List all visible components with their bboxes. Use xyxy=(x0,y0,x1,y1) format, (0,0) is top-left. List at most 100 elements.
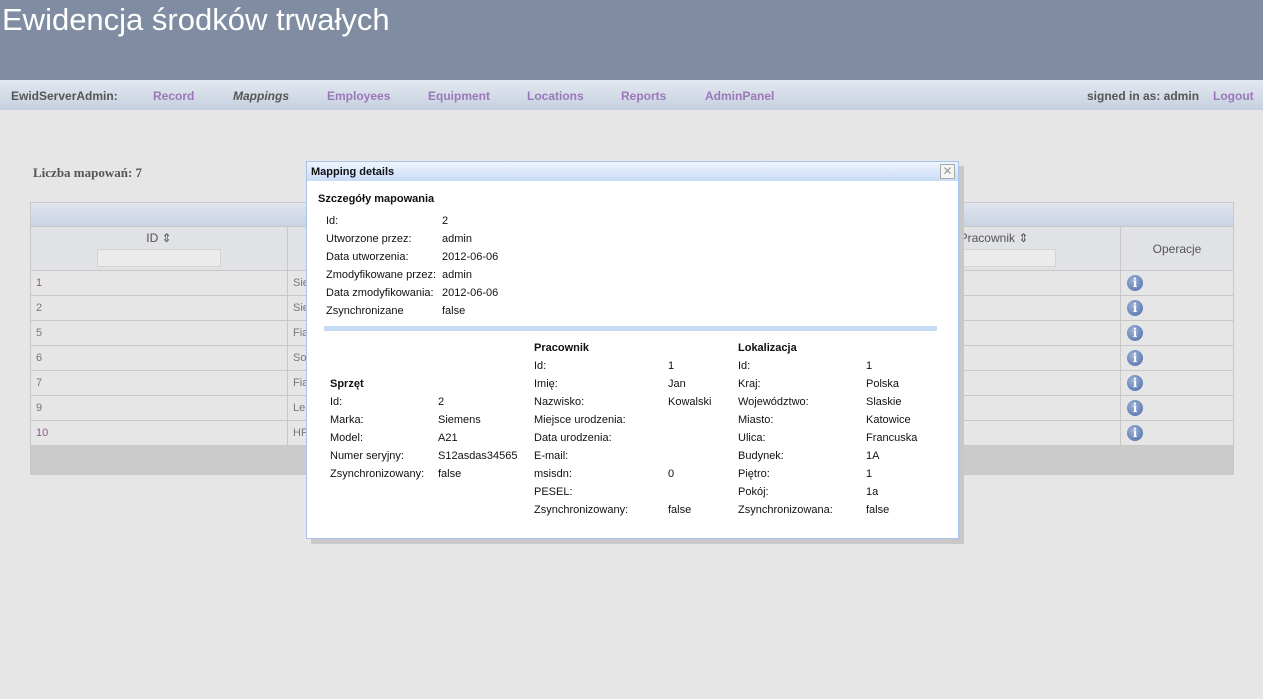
field-label: Marka: xyxy=(330,414,364,426)
info-icon[interactable]: i xyxy=(1127,350,1143,366)
field-label: Ulica: xyxy=(738,432,766,444)
sprzet-field: Numer seryjny: S12asdas34565 xyxy=(330,450,518,468)
close-icon[interactable]: ✕ xyxy=(940,164,955,179)
field-value: 1 xyxy=(866,468,873,480)
lokalizacja-field: Piętro: 1 xyxy=(738,468,872,486)
field-value: 1A xyxy=(866,450,880,462)
sprzet-section: Sprzęt Id: 2 Marka: Siemens Model: A21 Numer se… xyxy=(330,378,518,486)
pracownik-field: Data urodzenia: xyxy=(534,432,628,450)
lokalizacja-field: Zsynchronizowana: false xyxy=(738,504,889,522)
signed-in-label: signed in as: admin xyxy=(1087,89,1200,103)
pracownik-section: Pracownik Id: 1 Imię: Jan Nazwisko: Kowalski Mi… xyxy=(534,342,711,522)
info-icon[interactable]: i xyxy=(1127,400,1143,416)
row-id[interactable]: 1 xyxy=(36,277,42,289)
info-icon[interactable]: i xyxy=(1127,425,1143,441)
detail-value: admin xyxy=(442,269,472,281)
pracownik-field: Id: 1 xyxy=(534,360,674,378)
field-value: false xyxy=(438,468,462,480)
row-id[interactable]: 6 xyxy=(36,352,42,364)
field-label: Zsynchronizowany: xyxy=(534,504,629,516)
field-label: Numer seryjny: xyxy=(330,450,404,462)
field-value: Siemens xyxy=(438,414,481,426)
field-value: 0 xyxy=(668,468,675,480)
nav-adminpanel[interactable]: AdminPanel xyxy=(705,89,774,103)
field-label: Id: xyxy=(534,360,547,372)
info-icon[interactable]: i xyxy=(1127,300,1143,316)
dialog-heading: Szczegóły mapowania xyxy=(318,193,435,205)
field-value: Jan xyxy=(668,378,686,390)
lokalizacja-field: Województwo: Slaskie xyxy=(738,396,901,414)
field-label: msisdn: xyxy=(534,468,572,480)
nav-brand: EwidServerAdmin: xyxy=(11,89,118,103)
field-label: Imię: xyxy=(534,378,558,390)
detail-value: 2012-06-06 xyxy=(442,287,499,299)
field-label: Zsynchronizowana: xyxy=(738,504,833,516)
lokalizacja-field: Miasto: Katowice xyxy=(738,414,911,432)
detail-label: Zmodyfikowane przez: xyxy=(326,269,437,281)
field-value: S12asdas34565 xyxy=(438,450,518,462)
pracownik-field: Nazwisko: Kowalski xyxy=(534,396,711,414)
field-label: Pokój: xyxy=(738,486,769,498)
row-id[interactable]: 10 xyxy=(36,427,48,439)
app-header: Ewidencja środków trwałych xyxy=(0,0,1263,80)
nav-employees[interactable]: Employees xyxy=(327,89,390,103)
row-id[interactable]: 5 xyxy=(36,327,42,339)
sprzet-field: Marka: Siemens xyxy=(330,414,481,432)
lokalizacja-field: Kraj: Polska xyxy=(738,378,899,396)
info-icon[interactable]: i xyxy=(1127,375,1143,391)
header-id[interactable]: ID ⇕ xyxy=(146,231,171,245)
pracownik-field: E-mail: xyxy=(534,450,628,468)
field-value: A21 xyxy=(438,432,458,444)
mapping-details-dialog: Mapping details ✕ Szczegóły mapowania Id… xyxy=(306,161,959,539)
row-id[interactable]: 2 xyxy=(36,302,42,314)
detail-label: Utworzone przez: xyxy=(326,233,412,245)
id-filter-input[interactable] xyxy=(97,248,221,267)
nav-reports[interactable]: Reports xyxy=(621,89,666,103)
field-label: PESEL: xyxy=(534,486,573,498)
nav-record[interactable]: Record xyxy=(153,89,194,103)
field-label: Piętro: xyxy=(738,468,770,480)
nav-equipment[interactable]: Equipment xyxy=(428,89,490,103)
field-value: Polska xyxy=(866,378,900,390)
field-label: Kraj: xyxy=(738,378,761,390)
pracownik-field: msisdn: 0 xyxy=(534,468,674,486)
field-label: Zsynchronizowany: xyxy=(330,468,425,480)
row-id[interactable]: 7 xyxy=(36,377,42,389)
sprzet-title: Sprzęt xyxy=(330,378,364,390)
lokalizacja-field: Ulica: Francuska xyxy=(738,432,917,450)
field-label: Nazwisko: xyxy=(534,396,585,408)
nav-locations[interactable]: Locations xyxy=(527,89,584,103)
field-label: Budynek: xyxy=(738,450,784,462)
field-label: Województwo: xyxy=(738,396,809,408)
field-label: Model: xyxy=(330,432,364,444)
field-value: 1a xyxy=(866,486,879,498)
info-icon[interactable]: i xyxy=(1127,275,1143,291)
header-pracownik[interactable]: Pracownik ⇕ xyxy=(960,231,1029,245)
header-operacje: Operacje xyxy=(1152,241,1202,256)
field-label: E-mail: xyxy=(534,450,569,462)
field-value: 1 xyxy=(866,360,873,372)
sprzet-field: Model: A21 xyxy=(330,432,458,450)
row-id[interactable]: 9 xyxy=(36,402,42,414)
detail-value: 2012-06-06 xyxy=(442,251,499,263)
lokalizacja-field: Id: 1 xyxy=(738,360,872,378)
sprzet-field: Zsynchronizowany: false xyxy=(330,468,461,486)
logout-link[interactable]: Logout xyxy=(1213,89,1254,103)
pracownik-field: PESEL: xyxy=(534,486,628,504)
pracownik-field: Zsynchronizowany: false xyxy=(534,504,691,522)
separator xyxy=(324,326,937,331)
field-label: Data urodzenia: xyxy=(534,432,612,444)
detail-label: Data utworzenia: xyxy=(326,251,409,263)
pracownik-field: Imię: Jan xyxy=(534,378,686,396)
field-label: Id: xyxy=(738,360,751,372)
info-icon[interactable]: i xyxy=(1127,325,1143,341)
field-value: 2 xyxy=(438,396,445,408)
nav-mappings[interactable]: Mappings xyxy=(233,89,289,103)
detail-label: Data zmodyfikowania: xyxy=(326,287,434,299)
nav-bar: EwidServerAdmin: Record Mappings Employe… xyxy=(0,80,1263,110)
detail-value: admin xyxy=(442,233,472,245)
field-value: Kowalski xyxy=(668,396,712,408)
detail-label: Id: xyxy=(326,215,339,227)
detail-value: false xyxy=(442,305,466,317)
app-title: Ewidencja środków trwałych xyxy=(2,2,390,37)
